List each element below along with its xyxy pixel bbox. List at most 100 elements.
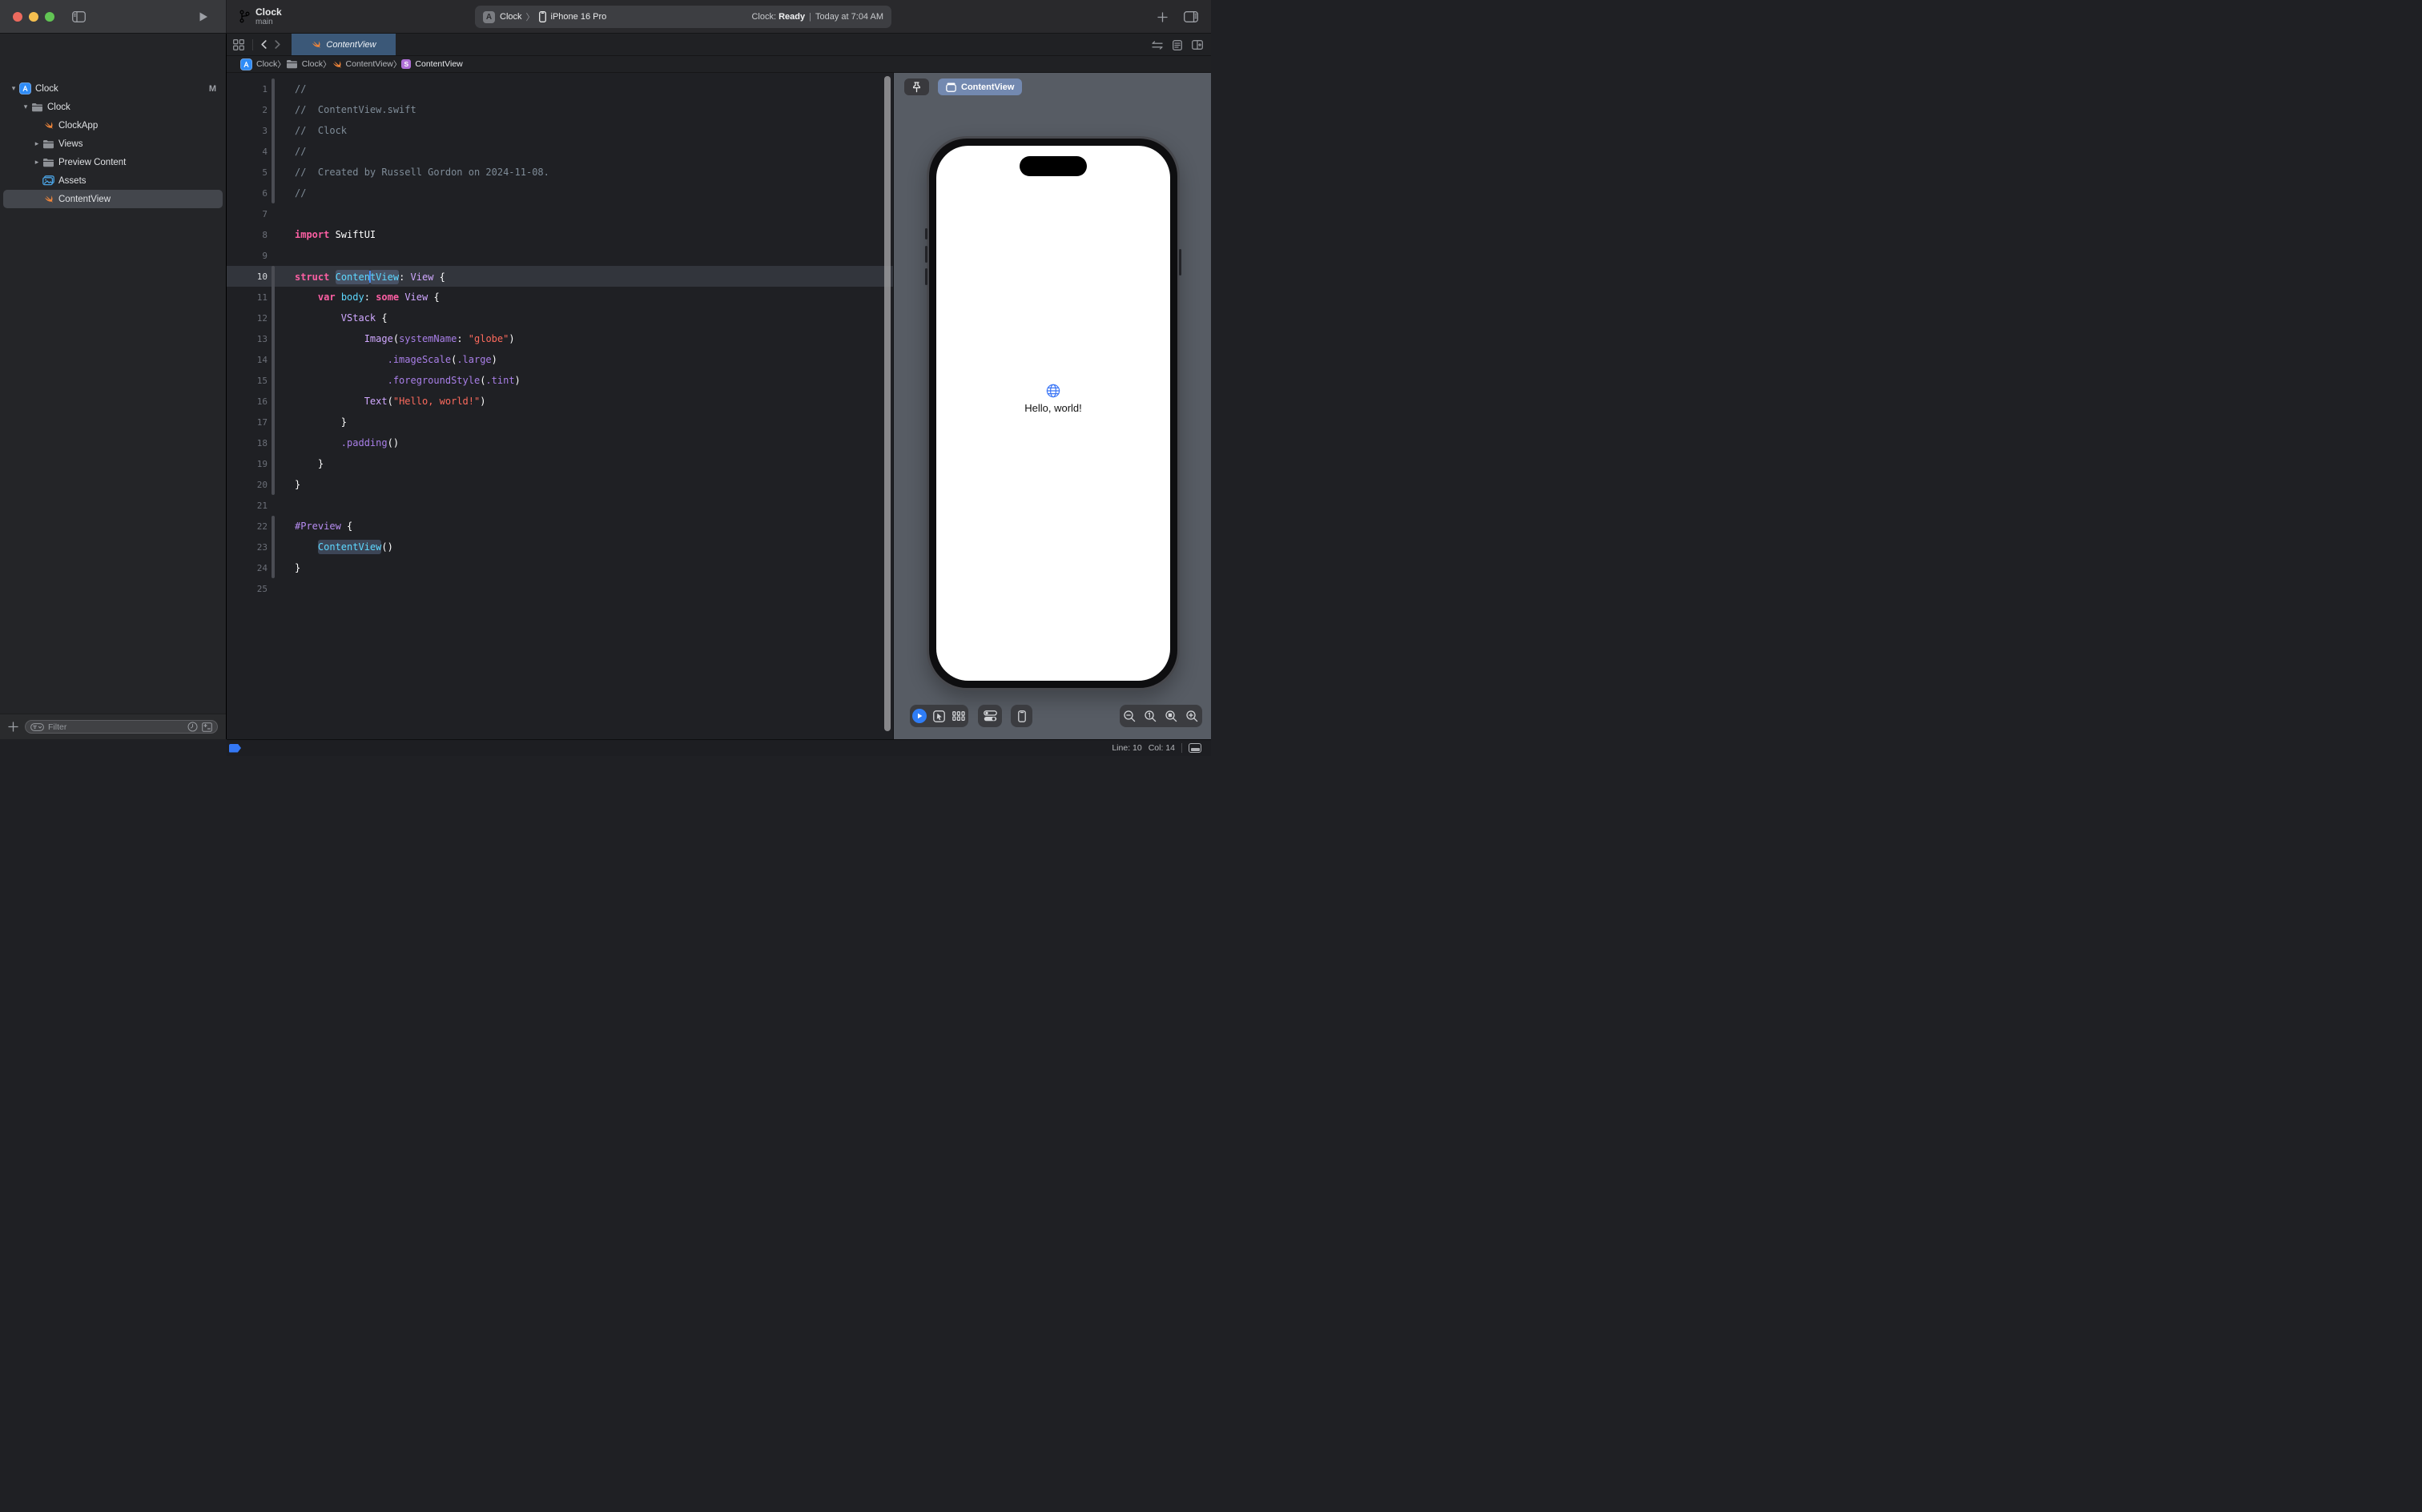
sidebar-item-assets[interactable]: Assets (3, 171, 223, 190)
sidebar-item-contentview[interactable]: ContentView (3, 190, 223, 208)
sidebar-item-clock[interactable]: ▾ Clock M (3, 79, 223, 98)
editor-options-icon[interactable] (1173, 39, 1182, 50)
changes-filter-icon[interactable] (202, 722, 212, 732)
tab-bar: ContentView (227, 34, 1211, 56)
code-area: 1 // 2 // ContentView.swift 3 // Clock 4 // 5 // … (227, 73, 893, 739)
code-line-3[interactable]: 3 // Clock (227, 120, 893, 141)
code-line-14[interactable]: 14 .imageScale(.large) (227, 349, 893, 370)
breadcrumb-item-clock[interactable]: Clock (240, 58, 277, 70)
toggles-button[interactable] (980, 710, 1000, 722)
toggle-inspector-icon[interactable] (1184, 11, 1198, 22)
tab-overview-icon[interactable] (233, 38, 244, 50)
code-line-17[interactable]: 17 } (227, 412, 893, 432)
action-button (925, 228, 927, 239)
variants-button[interactable] (949, 711, 968, 721)
code-line-1[interactable]: 1 // (227, 78, 893, 99)
back-button[interactable] (261, 40, 267, 49)
preview-toolbar-group (1120, 705, 1202, 727)
toolbar-left (0, 0, 227, 33)
code-text: var body: some View { (317, 292, 440, 303)
zoom-window-button[interactable] (45, 11, 54, 22)
code-line-18[interactable]: 18 .padding() (227, 432, 893, 453)
device-button[interactable] (1012, 710, 1032, 722)
code-line-20[interactable]: 20} (227, 474, 893, 495)
code-line-4[interactable]: 4 // (227, 141, 893, 162)
code-line-7[interactable]: 7 (227, 203, 893, 224)
play-circle-button[interactable] (910, 709, 929, 723)
code-line-16[interactable]: 16 Text("Hello, world!") (227, 391, 893, 412)
code-line-21[interactable]: 21 (227, 495, 893, 516)
filter-field[interactable]: Filter (25, 720, 218, 734)
code-line-6[interactable]: 6 // (227, 183, 893, 203)
add-file-button[interactable] (8, 722, 18, 732)
preview-target-pill[interactable]: ContentView (938, 78, 1023, 95)
code-line-15[interactable]: 15 .foregroundStyle(.tint) (227, 370, 893, 391)
code-line-10[interactable]: 10 struct ContentView: View { (227, 266, 893, 287)
breakpoint-indicator[interactable] (229, 743, 241, 753)
line-number: 22 (256, 521, 268, 532)
app-content: Hello, world! (936, 384, 1170, 414)
zoom-out-button[interactable] (1120, 710, 1140, 722)
code-line-23[interactable]: 23 ContentView() (227, 537, 893, 557)
sidebar-item-clock[interactable]: ▾ Clock (3, 98, 223, 116)
destination-separator: 〉 (525, 13, 535, 22)
editor-layout-icon[interactable] (1189, 743, 1201, 753)
tab-contentview[interactable]: ContentView (292, 34, 396, 55)
zoom-fit-button[interactable] (1161, 710, 1181, 722)
line-number: 21 (256, 500, 268, 511)
item-label: ContentView (58, 194, 111, 204)
code-line-12[interactable]: 12 VStack { (227, 308, 893, 328)
code-line-2[interactable]: 2 // ContentView.swift (227, 99, 893, 120)
scheme-selector[interactable]: Clock main (239, 6, 282, 26)
disclosure-chevron[interactable]: ▾ (10, 84, 18, 93)
split-editor-icon[interactable] (1192, 40, 1203, 50)
code-line-9[interactable]: 9 (227, 245, 893, 266)
change-bar (272, 328, 275, 349)
code-line-24[interactable]: 24} (227, 557, 893, 578)
code-line-25[interactable]: 25 (227, 578, 893, 599)
code-text: } (295, 458, 324, 469)
run-destination-bar[interactable]: A Clock 〉 iPhone 16 Pro Clock: Ready | T… (475, 6, 891, 28)
project-title: Clock (255, 6, 282, 18)
change-bar (272, 578, 275, 599)
zoom-one-button[interactable] (1141, 710, 1161, 722)
code-line-13[interactable]: 13 Image(systemName: "globe") (227, 328, 893, 349)
swift-icon (332, 59, 342, 70)
sidebar-item-preview-content[interactable]: ▸ Preview Content (3, 153, 223, 171)
forward-button[interactable] (275, 40, 280, 49)
pointer-button[interactable] (929, 710, 948, 722)
minimize-window-button[interactable] (29, 11, 38, 22)
breadcrumb-item-contentview[interactable]: S ContentView (401, 59, 463, 69)
disclosure-chevron[interactable]: ▾ (22, 103, 30, 111)
sbadge-icon: S (401, 59, 412, 69)
code-line-5[interactable]: 5 // Created by Russell Gordon on 2024-11… (227, 162, 893, 183)
disclosure-chevron[interactable]: ▸ (33, 139, 41, 148)
toggle-left-sidebar-icon[interactable] (72, 10, 86, 22)
change-bar (272, 120, 275, 141)
breadcrumb-item-contentview[interactable]: ContentView (332, 59, 393, 70)
code-line-19[interactable]: 19 } (227, 453, 893, 474)
iphone-preview: Hello, world! (925, 136, 1181, 690)
sidebar-item-views[interactable]: ▸ Views (3, 135, 223, 153)
close-window-button[interactable] (13, 11, 22, 22)
add-editor-button[interactable] (1157, 11, 1168, 22)
code-text: } (295, 479, 301, 490)
code-line-22[interactable]: 22 #Preview { (227, 516, 893, 537)
line-number: 5 (262, 167, 268, 178)
preview-toolbar-group (910, 705, 968, 727)
code-review-icon[interactable] (1152, 40, 1163, 50)
recents-filter-icon[interactable] (187, 722, 198, 732)
code-editor[interactable]: 1 // 2 // ContentView.swift 3 // Clock 4 // 5 // … (227, 73, 893, 739)
line-number: 3 (262, 125, 268, 136)
editor-scrollbar[interactable] (884, 76, 891, 731)
code-line-11[interactable]: 11 var body: some View { (227, 287, 893, 308)
code-line-8[interactable]: 8 import SwiftUI (227, 224, 893, 245)
run-button[interactable] (199, 11, 208, 22)
disclosure-chevron[interactable]: ▸ (33, 158, 41, 167)
pin-preview-button[interactable] (904, 78, 929, 95)
line-number: 20 (256, 479, 268, 490)
breadcrumb-item-clock[interactable]: Clock (286, 59, 323, 69)
zoom-in-button[interactable] (1182, 710, 1201, 722)
item-label: Preview Content (58, 157, 127, 167)
sidebar-item-clockapp[interactable]: ClockApp (3, 116, 223, 135)
